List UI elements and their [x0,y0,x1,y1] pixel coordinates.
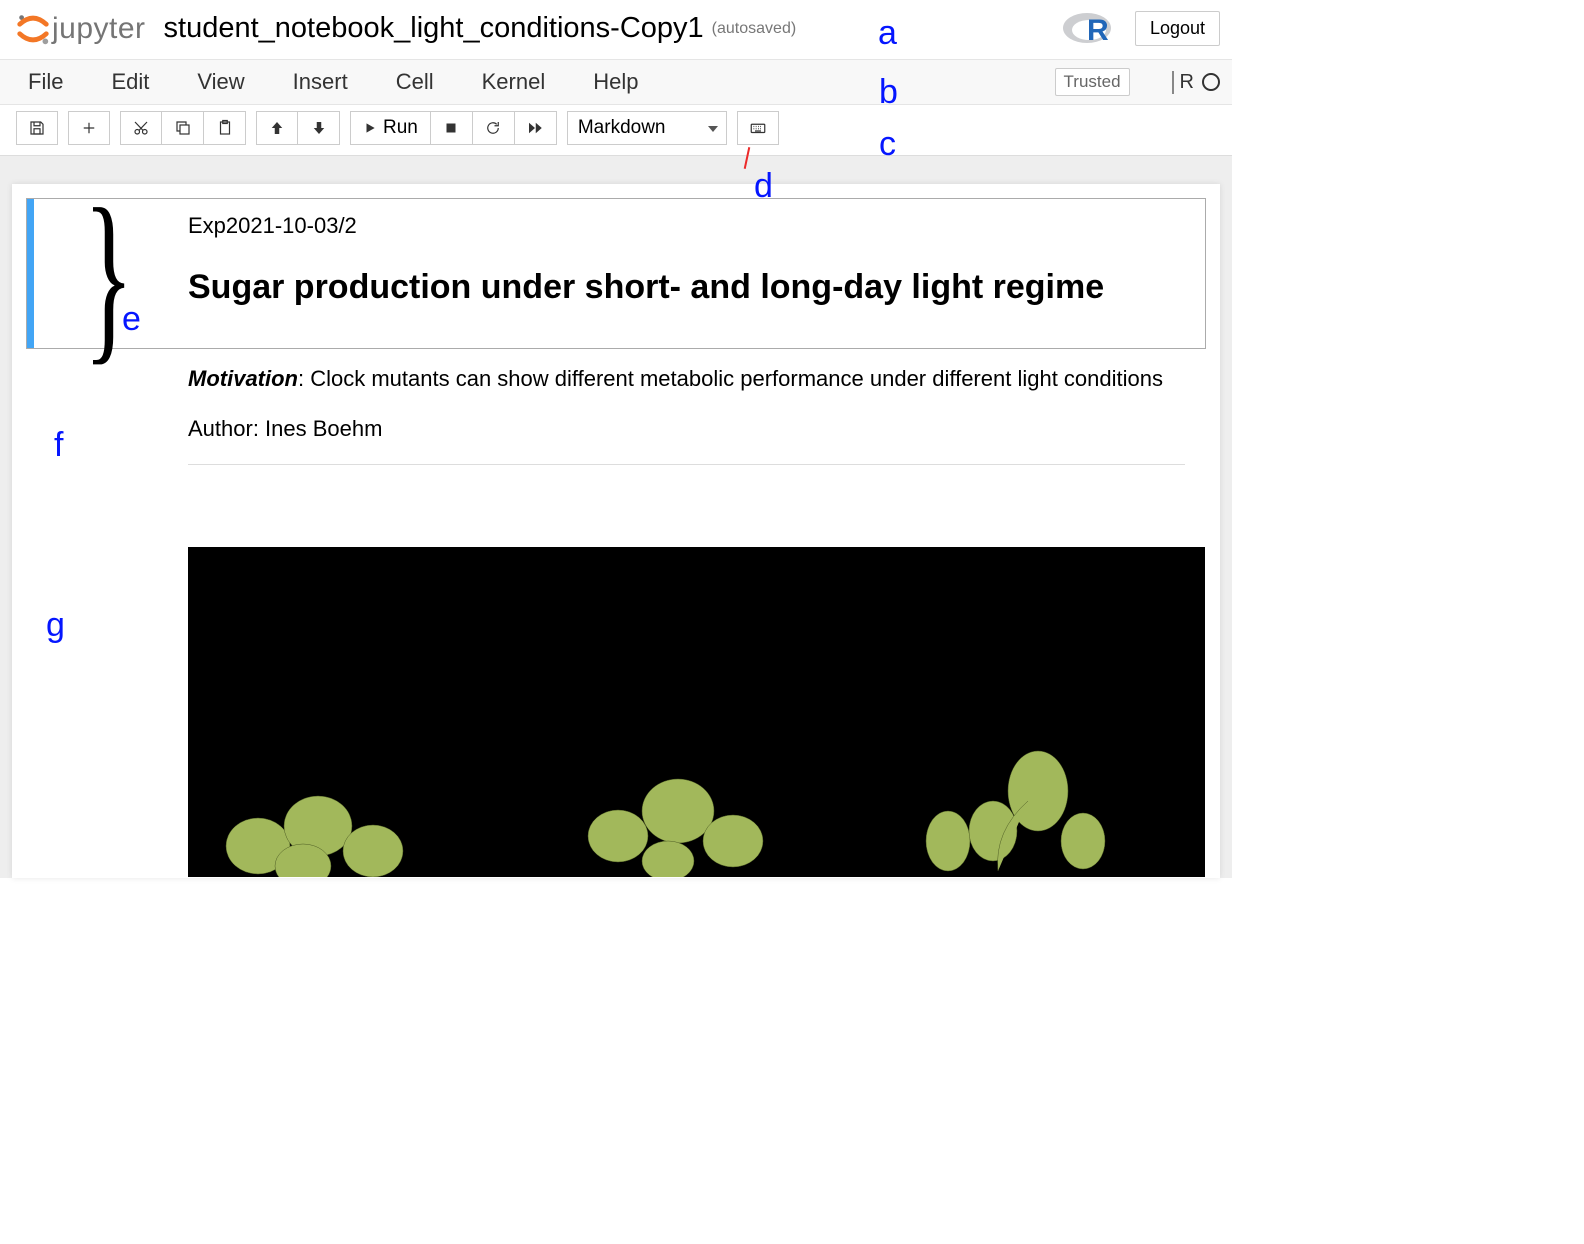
trusted-indicator[interactable]: Trusted [1055,68,1130,96]
celltype-dropdown[interactable]: Markdown [567,111,727,145]
logout-button[interactable]: Logout [1135,11,1220,46]
restart-icon [484,119,502,137]
menubar: File Edit View Insert Cell Kernel Help T… [0,60,1232,105]
fast-forward-icon [526,119,544,137]
r-kernel-logo: R [1061,6,1117,51]
notebook-container: } Exp2021-10-03/2 Sugar production under… [12,184,1220,878]
svg-text:R: R [1087,14,1109,46]
motivation-text: Motivation: Clock mutants can show diffe… [188,364,1185,395]
paste-icon [216,119,234,137]
run-label: Run [383,117,418,139]
brace-icon: } [84,205,134,348]
save-button[interactable] [16,111,58,145]
celltype-value: Markdown [578,117,666,139]
cut-button[interactable] [120,111,162,145]
autosaved-label: (autosaved) [712,20,797,38]
motivation-label: Motivation [188,366,298,391]
plus-icon [80,119,98,137]
menu-cell[interactable]: Cell [396,69,434,95]
arabidopsis-image [188,547,1205,877]
header: jupyter student_notebook_light_condition… [0,0,1232,60]
arrow-down-icon [310,119,328,137]
notebook-name[interactable]: student_notebook_light_conditions-Copy1 [164,12,704,45]
interrupt-button[interactable] [431,111,473,145]
menu-file[interactable]: File [28,69,63,95]
restart-run-all-button[interactable] [515,111,557,145]
jupyter-icon [14,10,52,48]
move-up-button[interactable] [256,111,298,145]
save-icon [28,119,46,137]
insert-cell-button[interactable] [68,111,110,145]
run-button[interactable]: Run [350,111,431,145]
cell-prompt: } [34,199,184,348]
jupyter-logo[interactable]: jupyter [14,10,146,48]
cell-markdown-image[interactable] [26,486,1206,878]
kernel-indicator: R [1172,71,1220,94]
restart-button[interactable] [473,111,515,145]
keyboard-icon [749,119,767,137]
move-down-button[interactable] [298,111,340,145]
menu-edit[interactable]: Edit [111,69,149,95]
menu-view[interactable]: View [197,69,244,95]
scissors-icon [132,119,150,137]
play-icon [363,121,377,135]
kernel-name: R [1172,71,1194,94]
author-text: Author: Ines Boehm [188,416,1185,442]
work-area: } Exp2021-10-03/2 Sugar production under… [0,156,1232,878]
notebook-title: Sugar production under short- and long-d… [188,267,1185,308]
experiment-id: Exp2021-10-03/2 [188,213,1185,239]
divider [188,464,1185,465]
cell-markdown-motivation[interactable]: Motivation: Clock mutants can show diffe… [26,349,1206,487]
menu-insert[interactable]: Insert [293,69,348,95]
jupyter-logo-text: jupyter [52,12,146,46]
copy-icon [174,119,192,137]
cell-markdown-title[interactable]: } Exp2021-10-03/2 Sugar production under… [26,198,1206,349]
menu-help[interactable]: Help [593,69,638,95]
paste-button[interactable] [204,111,246,145]
toolbar: Run Markdown [0,105,1232,156]
cell-selection-bar [27,199,34,348]
arrow-up-icon [268,119,286,137]
copy-button[interactable] [162,111,204,145]
kernel-status-icon [1202,73,1220,91]
stop-icon [442,119,460,137]
menu-kernel[interactable]: Kernel [482,69,546,95]
command-palette-button[interactable] [737,111,779,145]
